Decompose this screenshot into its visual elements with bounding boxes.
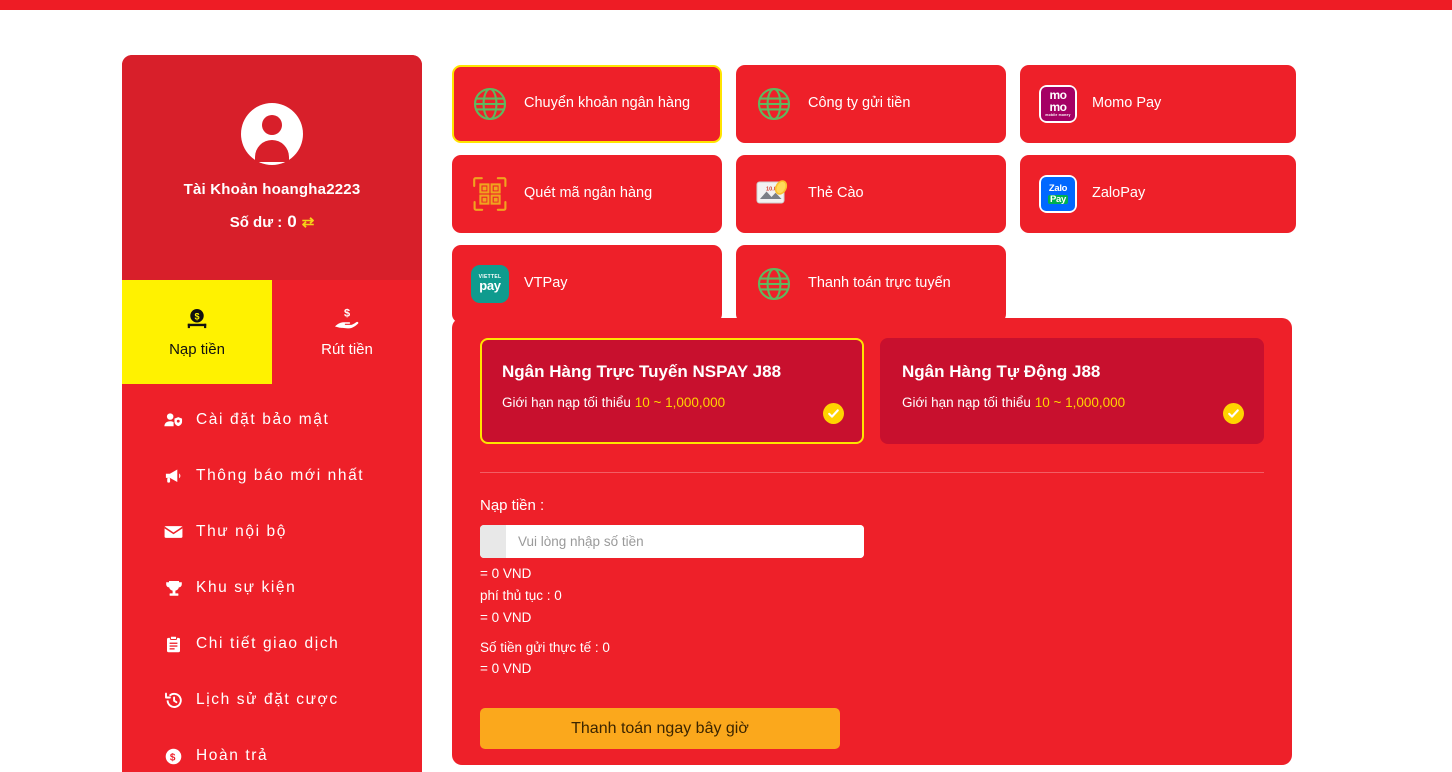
deposit-panel: Ngân Hàng Trực Tuyến NSPAY J88 Giới hạn …: [452, 318, 1292, 765]
fee-converted: = 0 VND: [480, 609, 532, 625]
profile-card: Tài Khoản hoangha2223 Số dư : 0 ⇄: [122, 55, 422, 280]
tab-deposit[interactable]: $ Nạp tiền: [122, 280, 272, 384]
bank-option-limit: Giới hạn nạp tối thiểu 10 ~ 1,000,000: [502, 395, 842, 410]
submit-payment-button[interactable]: Thanh toán ngay bây giờ: [480, 708, 840, 750]
user-avatar-icon: [241, 103, 303, 165]
deposit-form: Nạp tiền : = 0 VND phí thủ tục : 0 = 0 V…: [480, 473, 1264, 750]
amount-prefix-box: [480, 525, 506, 558]
sidebar-item-bet-history[interactable]: Lịch sử đặt cược: [122, 672, 422, 728]
amount-input-wrapper: [480, 525, 864, 558]
payment-tile-zalopay[interactable]: Zalo Pay ZaloPay: [1020, 155, 1296, 233]
sidebar: Tài Khoản hoangha2223 Số dư : 0 ⇄ $ Nạp …: [122, 55, 422, 772]
globe-icon: [754, 264, 794, 304]
payment-method-grid: Chuyển khoản ngân hàng Công ty gửi tiền …: [452, 65, 1296, 323]
balance-value: 0: [287, 212, 297, 231]
payment-tile-company-deposit[interactable]: Công ty gửi tiền: [736, 65, 1006, 143]
fee-label: phí thủ tục : 0: [480, 587, 562, 603]
coin-deposit-icon: $: [184, 306, 210, 332]
amount-input[interactable]: [506, 525, 864, 558]
momo-logo-icon: mo mo mobile money: [1038, 84, 1078, 124]
payment-tile-qr-scan[interactable]: Quét mã ngân hàng: [452, 155, 722, 233]
bank-option-nspay[interactable]: Ngân Hàng Trực Tuyến NSPAY J88 Giới hạn …: [480, 338, 864, 444]
bank-option-title: Ngân Hàng Trực Tuyến NSPAY J88: [502, 362, 782, 381]
payment-tile-label: Công ty gửi tiền: [808, 95, 911, 112]
sidebar-item-label: Chi tiết giao dịch: [196, 635, 340, 652]
sidebar-item-label: Hoàn trả: [196, 747, 269, 764]
sidebar-item-events[interactable]: Khu sự kiện: [122, 560, 422, 616]
top-bar: [0, 0, 1452, 10]
payment-tile-vtpay[interactable]: VIETTEL pay VTPay: [452, 245, 722, 323]
payment-tile-label: VTPay: [524, 275, 568, 292]
amount-label: Nạp tiền :: [480, 497, 545, 514]
tab-deposit-label: Nạp tiền: [169, 341, 225, 358]
actual-amount-converted: = 0 VND: [480, 661, 532, 677]
payment-tile-label: ZaloPay: [1092, 185, 1146, 202]
sidebar-item-rebate[interactable]: $ Hoàn trả: [122, 728, 422, 772]
bank-limit-amount: 10 ~ 1,000,000: [1034, 395, 1126, 410]
svg-text:$: $: [344, 308, 350, 320]
sidebar-tabs: $ Nạp tiền $ Rút tiền: [122, 280, 422, 384]
tab-withdraw-label: Rút tiền: [321, 341, 373, 358]
globe-icon: [470, 84, 510, 124]
dollar-circle-icon: $: [164, 748, 183, 765]
svg-text:$: $: [194, 312, 199, 322]
svg-text:$: $: [170, 752, 177, 763]
page-root: Tài Khoản hoangha2223 Số dư : 0 ⇄ $ Nạp …: [0, 10, 1452, 772]
converted-amount: = 0 VND: [480, 566, 532, 581]
hand-money-withdraw-icon: $: [333, 306, 361, 332]
user-shield-icon: [164, 412, 183, 428]
amount-summary: = 0 VND phí thủ tục : 0 = 0 VND Số tiền …: [480, 558, 1264, 680]
bank-limit-label: Giới hạn nạp tối thiểu: [902, 395, 1031, 410]
sidebar-item-security[interactable]: Cài đặt bảo mật: [122, 392, 422, 448]
vtpay-logo-icon: VIETTEL pay: [470, 264, 510, 304]
check-circle-icon: [1223, 403, 1244, 424]
balance-row: Số dư : 0 ⇄: [230, 212, 315, 232]
bank-option-auto[interactable]: Ngân Hàng Tự Động J88 Giới hạn nạp tối t…: [880, 338, 1264, 444]
zalo-logo-line1: Zalo: [1048, 183, 1068, 195]
globe-icon: [754, 84, 794, 124]
payment-tile-bank-transfer[interactable]: Chuyển khoản ngân hàng: [452, 65, 722, 143]
sidebar-menu: Cài đặt bảo mật Thông báo mới nhất Thư n…: [122, 384, 422, 772]
megaphone-icon: [164, 468, 183, 484]
tab-withdraw[interactable]: $ Rút tiền: [272, 280, 422, 384]
payment-tile-online-payment[interactable]: Thanh toán trực tuyến: [736, 245, 1006, 323]
sidebar-item-label: Thông báo mới nhất: [196, 467, 365, 484]
payment-tile-label: Momo Pay: [1092, 95, 1162, 112]
sidebar-item-announcements[interactable]: Thông báo mới nhất: [122, 448, 422, 504]
bank-option-list: Ngân Hàng Trực Tuyến NSPAY J88 Giới hạn …: [480, 338, 1264, 444]
refresh-icon[interactable]: ⇄: [302, 215, 315, 230]
bank-limit-amount: 10 ~ 1,000,000: [634, 395, 726, 410]
momo-logo-line2: mo: [1049, 99, 1068, 114]
sidebar-item-label: Lịch sử đặt cược: [196, 691, 339, 708]
zalo-logo-line2: Pay: [1047, 193, 1068, 205]
scratch-card-icon: 10.000: [754, 174, 794, 214]
envelope-icon: [164, 525, 183, 539]
payment-tile-label: Quét mã ngân hàng: [524, 185, 653, 202]
check-circle-icon: [823, 403, 844, 424]
sidebar-item-inbox[interactable]: Thư nội bộ: [122, 504, 422, 560]
vtpay-logo-line2: pay: [479, 278, 501, 294]
history-clock-icon: [164, 692, 183, 709]
account-name: Tài Khoản hoangha2223: [183, 181, 361, 198]
bank-limit-label: Giới hạn nạp tối thiểu: [502, 395, 631, 410]
sidebar-item-label: Cài đặt bảo mật: [196, 411, 330, 428]
sidebar-item-label: Khu sự kiện: [196, 579, 297, 596]
payment-tile-scratch-card[interactable]: 10.000 Thẻ Cào: [736, 155, 1006, 233]
payment-tile-label: Chuyển khoản ngân hàng: [524, 95, 691, 112]
trophy-icon: [164, 580, 183, 597]
clipboard-icon: [164, 635, 183, 653]
payment-tile-label: Thẻ Cào: [808, 185, 864, 202]
actual-amount-label: Số tiền gửi thực tế : 0: [480, 639, 610, 655]
bank-option-limit: Giới hạn nạp tối thiểu 10 ~ 1,000,000: [902, 395, 1242, 410]
qr-code-icon: [470, 174, 510, 214]
sidebar-item-transactions[interactable]: Chi tiết giao dịch: [122, 616, 422, 672]
momo-logo-tagline: mobile money: [1045, 113, 1071, 118]
bank-option-title: Ngân Hàng Tự Động J88: [902, 362, 1101, 381]
balance-label: Số dư :: [229, 213, 283, 231]
payment-tile-label: Thanh toán trực tuyến: [808, 275, 951, 292]
sidebar-item-label: Thư nội bộ: [196, 523, 288, 540]
zalopay-logo-icon: Zalo Pay: [1038, 174, 1078, 214]
payment-tile-momo-pay[interactable]: mo mo mobile money Momo Pay: [1020, 65, 1296, 143]
